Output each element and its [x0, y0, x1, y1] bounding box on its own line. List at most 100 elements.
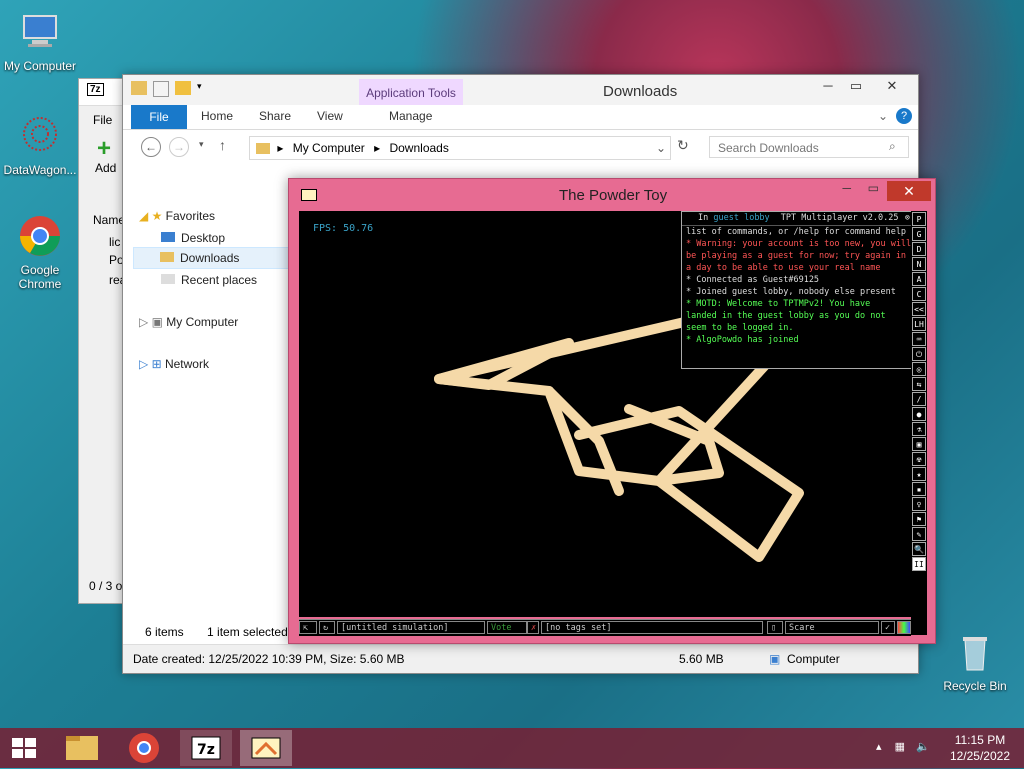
vote-up-button[interactable]: Vote	[487, 621, 527, 634]
7zip-list-header[interactable]: Name	[93, 213, 125, 227]
up-button[interactable]: ↑	[219, 137, 226, 153]
tab-manage[interactable]: Manage	[389, 109, 432, 123]
sidebar-button[interactable]: G	[912, 227, 926, 241]
refresh-button[interactable]: ↻	[677, 137, 689, 154]
properties-icon[interactable]	[153, 81, 169, 97]
chat-version: TPT Multiplayer v2.0.25	[780, 213, 899, 223]
volume-icon[interactable]: 🔈	[916, 741, 930, 753]
sidebar-button[interactable]: ⚑	[912, 512, 926, 526]
sidebar-button[interactable]: ⇆	[912, 377, 926, 391]
open-save-button[interactable]: ⇱	[299, 621, 317, 634]
nav-favorites[interactable]: ◢ ★ Favorites	[139, 209, 215, 223]
7zip-add-button[interactable]: Add	[95, 161, 116, 175]
taskbar-7zip[interactable]: 7z	[180, 730, 232, 766]
taskbar: 7z ▴ ▦ 🔈 11:15 PM 12/25/2022	[0, 728, 1024, 768]
explorer-titlebar[interactable]: ▾ Application Tools Downloads ─ ▭ ✕	[123, 75, 918, 105]
7zip-file-menu[interactable]: File	[93, 113, 112, 127]
network-icon[interactable]: ▦	[895, 741, 905, 753]
maximize-button[interactable]: ▭	[842, 77, 870, 97]
chat-header: In guest lobby TPT Multiplayer v2.0.25 ⊗	[682, 212, 911, 226]
sidebar-button[interactable]: ⌨	[912, 332, 926, 346]
sidebar-button[interactable]: ▣	[912, 437, 926, 451]
simulation-canvas[interactable]: FPS: 50.76 In guest lobby TPT Multiplaye…	[299, 211, 911, 617]
computer-icon: ▷ ▣	[139, 315, 163, 329]
minimize-button[interactable]: ─	[814, 77, 842, 97]
start-button[interactable]	[0, 730, 48, 766]
help-icon[interactable]: ?	[896, 108, 912, 124]
desktop-icon-datawagon[interactable]: DataWagon...	[0, 114, 80, 177]
sidebar-button[interactable]: C	[912, 287, 926, 301]
sidebar-button[interactable]: <<	[912, 302, 926, 316]
maximize-button[interactable]: ▭	[868, 181, 879, 195]
sidebar-button[interactable]: 🔍	[912, 542, 926, 556]
new-simulation-button[interactable]: ▯	[767, 621, 783, 634]
chat-panel[interactable]: In guest lobby TPT Multiplayer v2.0.25 ⊗…	[681, 211, 911, 369]
sidebar-button[interactable]: ◎	[912, 362, 926, 376]
pause-button[interactable]: II	[912, 557, 926, 571]
sidebar-button[interactable]: ●	[912, 407, 926, 421]
nav-desktop[interactable]: Desktop	[161, 231, 225, 245]
reload-button[interactable]: ↻	[319, 621, 335, 634]
sidebar-button[interactable]: ⚗	[912, 422, 926, 436]
sidebar-button[interactable]: ▪	[912, 482, 926, 496]
sidebar-button[interactable]: LH	[912, 317, 926, 331]
forward-button[interactable]: →	[169, 137, 189, 157]
settings-button[interactable]: ✓	[881, 621, 895, 634]
sidebar-button[interactable]: ☢	[912, 452, 926, 466]
desktop-icon-recycle-bin[interactable]: Recycle Bin	[935, 630, 1015, 693]
7zip-item[interactable]: lic	[109, 235, 120, 249]
sidebar-button[interactable]: P	[912, 212, 926, 226]
folder-icon[interactable]	[131, 81, 147, 95]
powder-toy-window[interactable]: The Powder Toy ─ ▭ ✕ FPS: 50.76 In guest…	[288, 178, 936, 644]
nav-recent-places[interactable]: Recent places	[161, 273, 257, 287]
save-name-field[interactable]: [untitled simulation]	[337, 621, 485, 634]
back-button[interactable]: ←	[141, 137, 161, 157]
new-folder-icon[interactable]	[175, 81, 191, 95]
nav-downloads[interactable]: Downloads	[133, 247, 289, 269]
ribbon-expand-icon[interactable]: ⌄	[878, 109, 888, 123]
vote-down-button[interactable]: ✗	[527, 621, 539, 634]
tab-share[interactable]: Share	[259, 109, 291, 123]
address-dropdown-icon[interactable]: ⌄	[656, 137, 666, 159]
chevron-down-icon[interactable]: ▾	[197, 81, 202, 97]
breadcrumb-my-computer[interactable]: My Computer	[293, 141, 365, 155]
chat-line: * MOTD: Welcome to TPTMPv2! You have	[686, 299, 871, 309]
recent-locations-icon[interactable]: ▾	[199, 139, 204, 150]
sidebar-button[interactable]: D	[912, 242, 926, 256]
tab-file[interactable]: File	[131, 105, 187, 129]
tab-home[interactable]: Home	[201, 109, 233, 123]
taskbar-file-explorer[interactable]	[58, 730, 106, 766]
close-button[interactable]: ✕	[870, 77, 914, 97]
breadcrumb-separator: ▸	[374, 141, 381, 155]
show-hidden-icons-icon[interactable]: ▴	[876, 741, 882, 753]
close-button[interactable]: ✕	[887, 181, 931, 201]
sidebar-button[interactable]: /	[912, 392, 926, 406]
sidebar-button[interactable]: ★	[912, 467, 926, 481]
mode-field[interactable]: Scare	[785, 621, 879, 634]
search-input[interactable]: Search Downloads	[709, 136, 909, 158]
address-bar[interactable]: ▸ My Computer ▸ Downloads ⌄	[249, 136, 671, 160]
color-picker-button[interactable]	[897, 621, 911, 634]
downloads-folder-icon	[160, 252, 174, 262]
breadcrumb-downloads[interactable]: Downloads	[389, 141, 448, 155]
sidebar-button[interactable]: ✎	[912, 527, 926, 541]
desktop-icon-my-computer[interactable]: My Computer	[0, 10, 80, 73]
tab-view[interactable]: View	[317, 109, 343, 123]
taskbar-powder-toy[interactable]	[240, 730, 292, 766]
sidebar-button[interactable]: ♀	[912, 497, 926, 511]
sidebar-button[interactable]: N	[912, 257, 926, 271]
nav-my-computer[interactable]: ▷ ▣ My Computer	[139, 315, 238, 329]
chat-close-icon[interactable]: ⊗	[905, 212, 910, 224]
clock[interactable]: 11:15 PM 12/25/2022	[950, 732, 1010, 764]
sidebar-button[interactable]: ⏻	[912, 347, 926, 361]
7zip-status: 0 / 3 o	[89, 579, 123, 593]
powder-toy-titlebar[interactable]: The Powder Toy ─ ▭ ✕	[289, 179, 935, 209]
taskbar-chrome[interactable]	[120, 730, 168, 766]
tags-field[interactable]: [no tags set]	[541, 621, 763, 634]
desktop-icon-chrome[interactable]: Google Chrome	[0, 214, 80, 291]
folder-icon	[256, 143, 270, 155]
sidebar-button[interactable]: A	[912, 272, 926, 286]
add-icon[interactable]: +	[97, 135, 111, 163]
minimize-button[interactable]: ─	[842, 181, 851, 195]
nav-network[interactable]: ▷ ⊞ Network	[139, 357, 209, 371]
